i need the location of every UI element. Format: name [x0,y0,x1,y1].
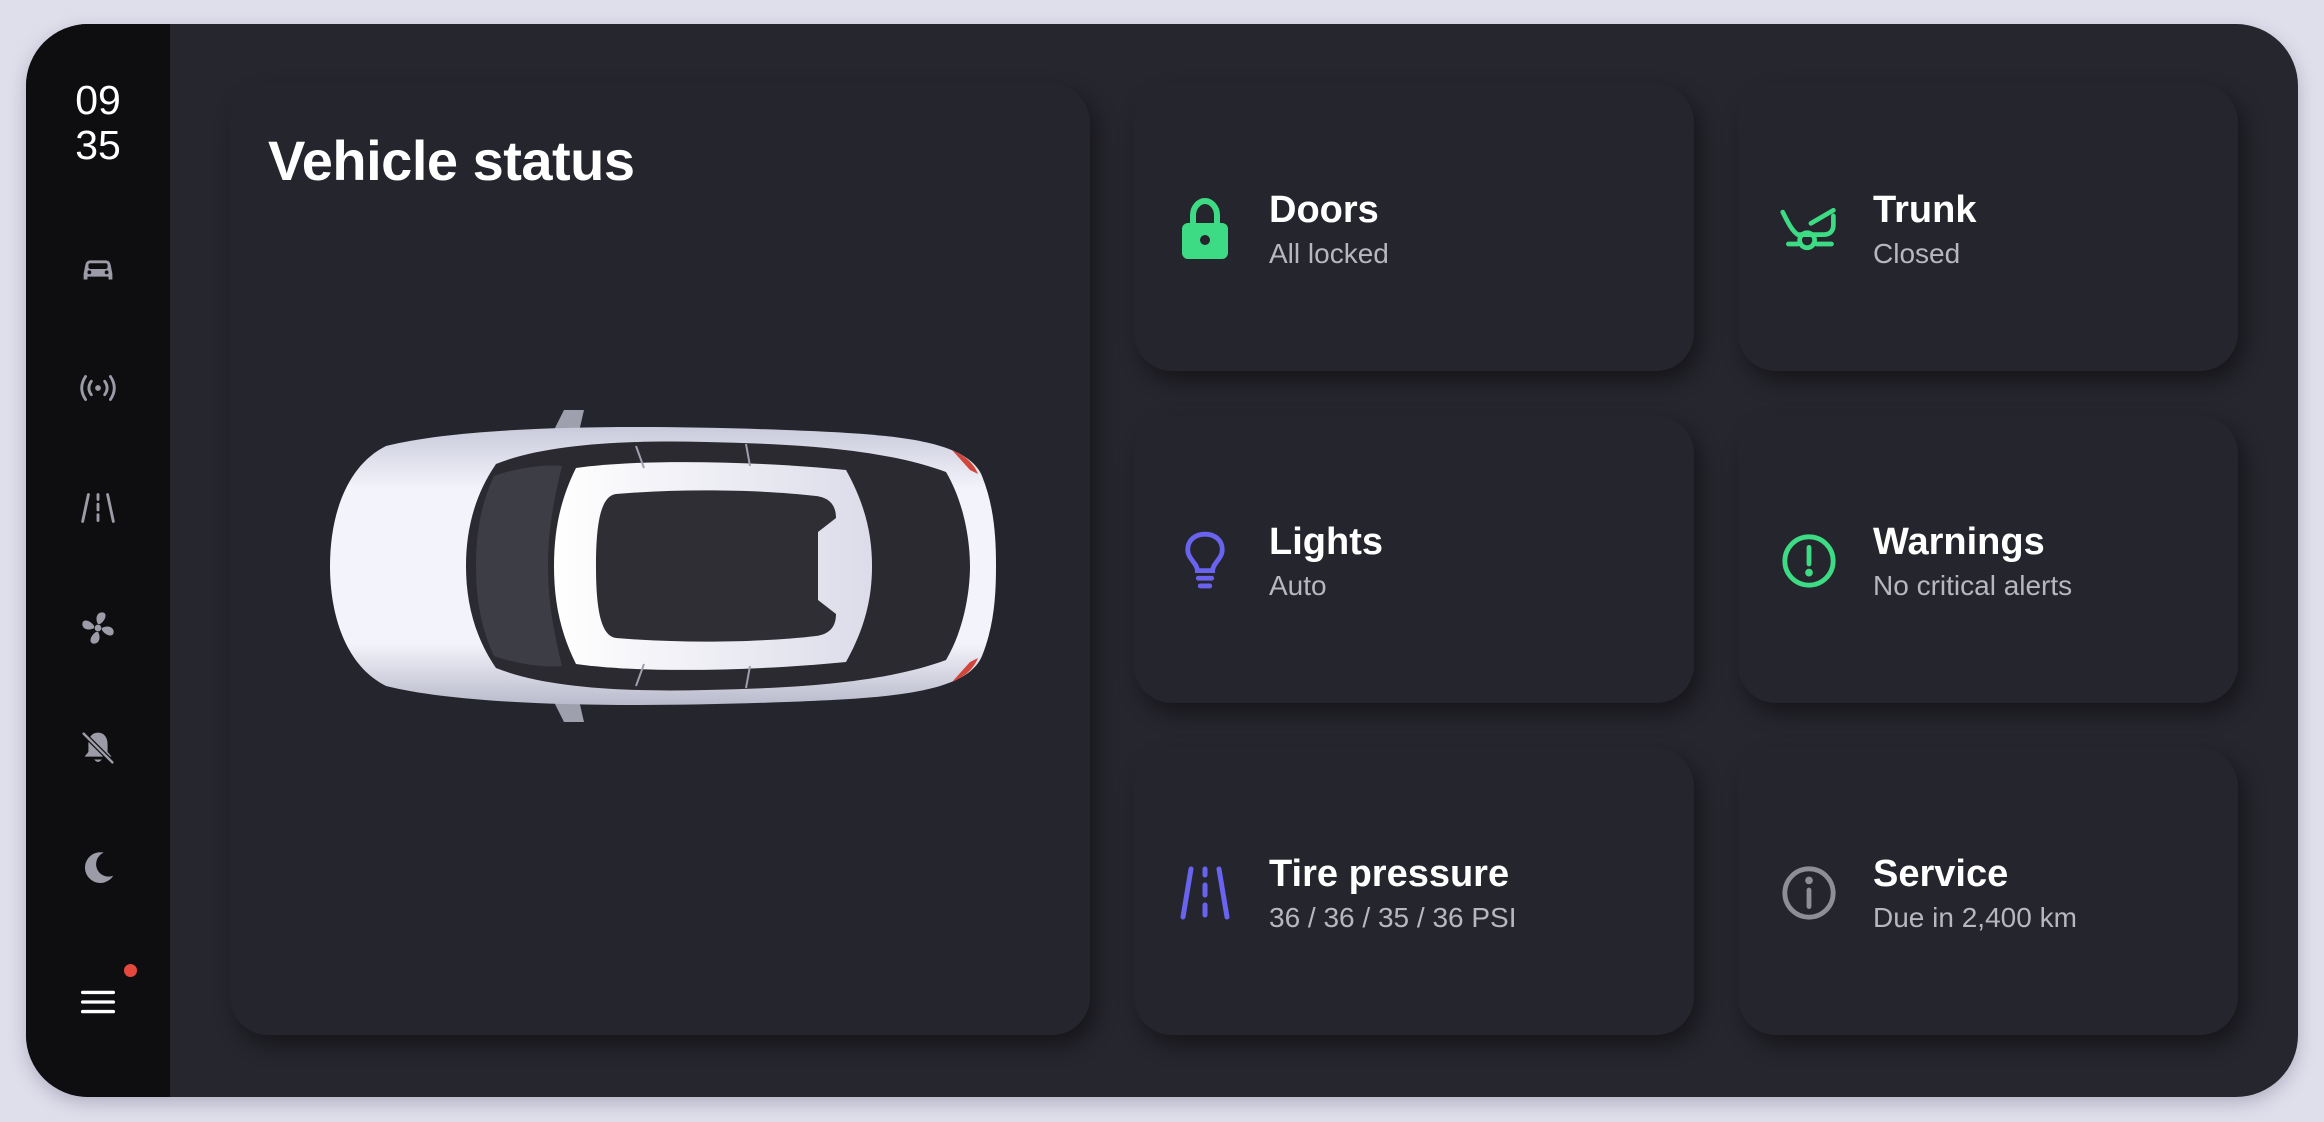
service-title: Service [1873,853,2009,895]
moon-icon[interactable] [72,842,124,894]
tire-road-icon [1174,858,1236,928]
trunk-status: Closed [1873,238,1961,269]
service-tile[interactable]: Service Due in 2,400 km [1738,748,2238,1035]
clock-minute: 35 [75,122,121,168]
warnings-status: No critical alerts [1873,570,2073,601]
dashboard-frame: 09 35 Vehicle status Doors All locked Tr… [26,24,2298,1097]
warnings-tile[interactable]: Warnings No critical alerts [1738,416,2238,703]
menu-notification-dot [124,964,137,977]
vehicle-status-card: Vehicle status [230,84,1090,1035]
doors-tile[interactable]: Doors All locked [1134,84,1694,371]
menu-icon[interactable] [72,976,124,1028]
trunk-title: Trunk [1873,189,1977,231]
trunk-tile[interactable]: Trunk Closed [1738,84,2238,371]
trunk-icon [1778,194,1840,264]
service-status: Due in 2,400 km [1873,902,2077,933]
road-icon[interactable] [72,482,124,534]
clock: 09 35 [26,78,170,168]
info-icon [1778,858,1840,928]
clock-hour: 09 [75,77,121,123]
lock-icon [1174,194,1236,264]
page-title: Vehicle status [268,129,635,192]
doors-status: All locked [1269,238,1389,269]
tire-pressure-tile[interactable]: Tire pressure 36 / 36 / 35 / 36 PSI [1134,748,1694,1035]
broadcast-icon[interactable] [72,362,124,414]
tire-pressure-title: Tire pressure [1269,853,1510,895]
warnings-title: Warnings [1873,521,2045,563]
bell-off-icon[interactable] [72,722,124,774]
car-top-view [326,406,996,726]
car-icon[interactable] [72,242,124,294]
lights-tile[interactable]: Lights Auto [1134,416,1694,703]
lights-status: Auto [1269,570,1327,601]
tire-pressure-status: 36 / 36 / 35 / 36 PSI [1269,902,1517,933]
lights-title: Lights [1269,521,1383,563]
alert-circle-icon [1778,526,1840,596]
doors-title: Doors [1269,189,1379,231]
sidebar: 09 35 [26,24,170,1097]
fan-icon[interactable] [72,602,124,654]
lightbulb-icon [1174,526,1236,596]
